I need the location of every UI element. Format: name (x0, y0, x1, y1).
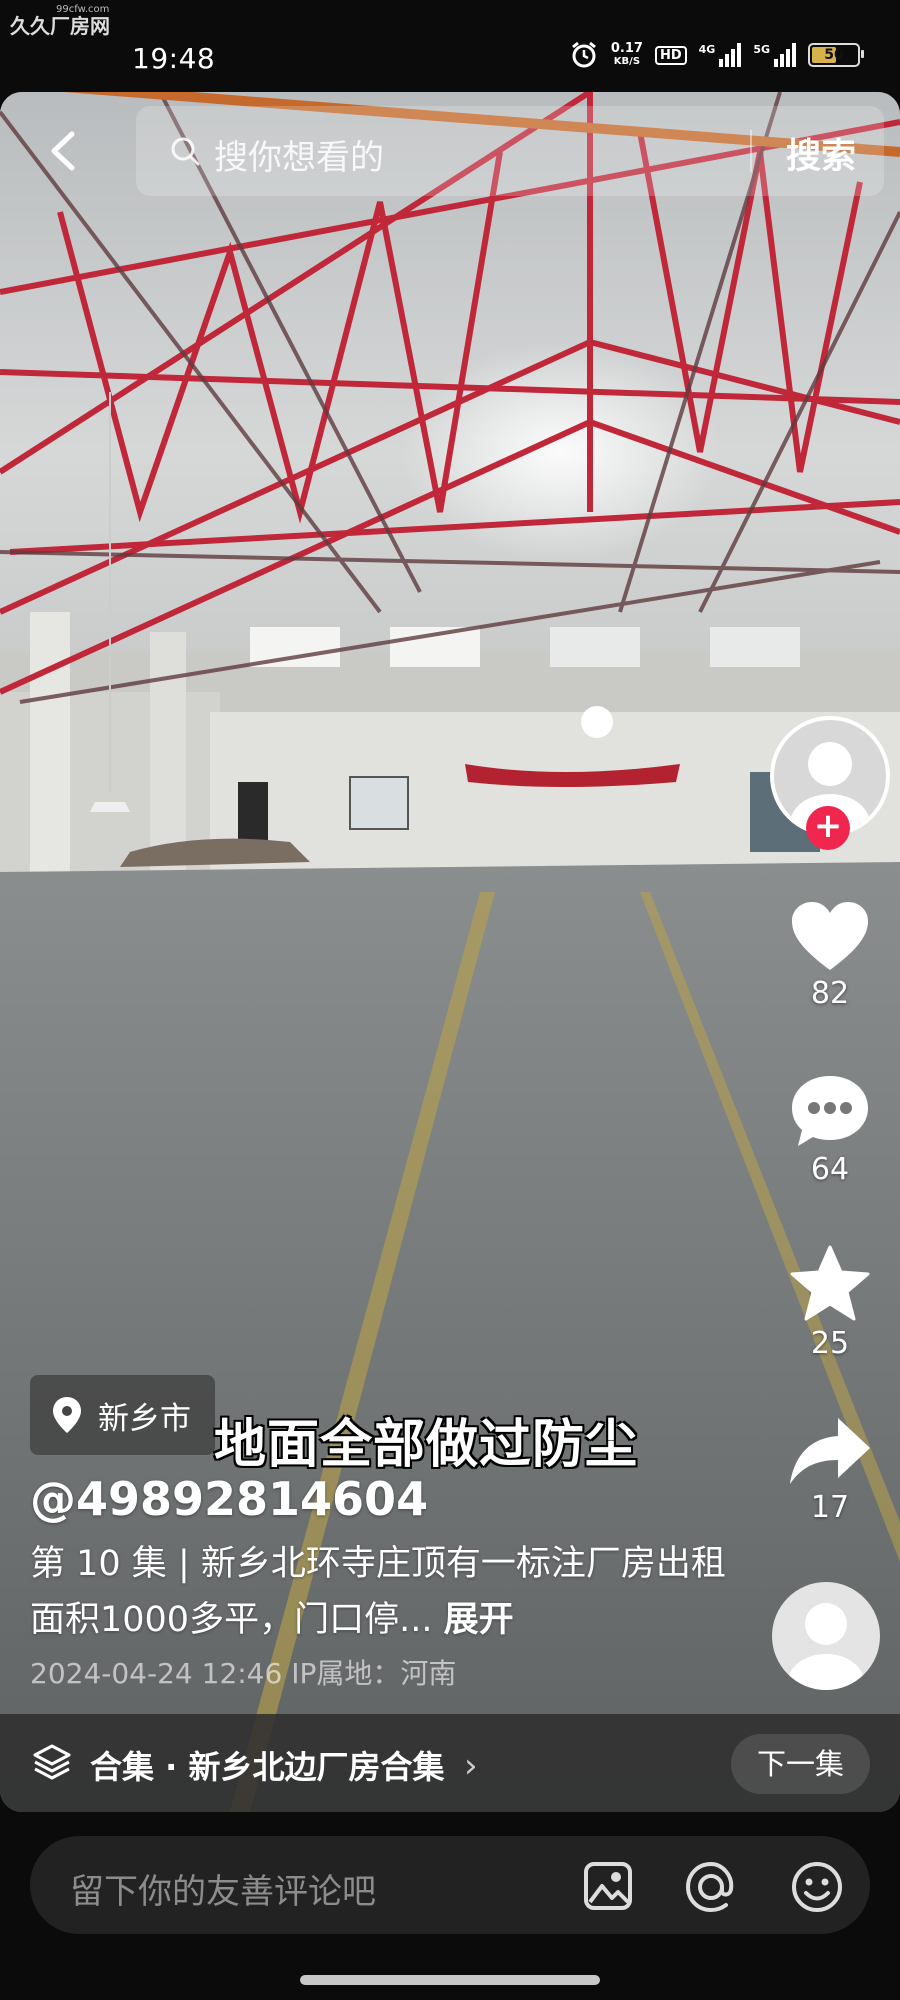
net-speed: 0.17 KB/S (611, 42, 643, 68)
favorite-button[interactable]: 25 (780, 1244, 880, 1361)
action-sidebar: + 82 64 25 17 (770, 92, 900, 1812)
home-indicator[interactable] (300, 1975, 600, 1985)
emoji-icon[interactable] (790, 1860, 844, 1914)
share-count: 17 (810, 1490, 850, 1525)
search-divider (750, 130, 752, 172)
ip-location: IP属地：河南 (291, 1657, 457, 1690)
signal-5g-label: 5G (753, 43, 770, 56)
status-time: 19:48 (132, 42, 216, 75)
episode-separator: | (177, 1544, 201, 1584)
battery-level: 50 (824, 47, 844, 63)
share-button[interactable]: 17 (780, 1414, 880, 1525)
location-label: 新乡市 (98, 1400, 191, 1437)
image-icon[interactable] (582, 1860, 634, 1912)
collection-label: 合集 · 新乡北边厂房合集 (90, 1748, 445, 1786)
like-button[interactable]: 82 (780, 900, 880, 1011)
search-icon (171, 137, 200, 166)
heart-icon (792, 902, 868, 970)
next-episode-button[interactable]: 下一集 (730, 1734, 870, 1794)
comment-bubble-icon (792, 1076, 868, 1146)
search-box[interactable]: 搜你想看的 搜索 (136, 106, 884, 196)
video-subtitle: 地面全部做过防尘 (214, 1415, 639, 1475)
post-description[interactable]: 第 10 集 | 新乡北环寺庄顶有一标注厂房出租 面积1000多平，门口停...… (30, 1536, 730, 1648)
episode-label: 第 10 集 (30, 1544, 167, 1584)
signal-icon-5g: 5G (753, 43, 796, 67)
signal-icon-4g: 4G (699, 43, 742, 67)
top-bar: 搜你想看的 搜索 (0, 106, 900, 196)
comment-input[interactable]: 留下你的友善评论吧 (70, 1864, 376, 1913)
watermark-logo: 久久厂房网 99cfw.com (10, 4, 110, 39)
alarm-icon (571, 41, 596, 68)
search-input[interactable]: 搜你想看的 (214, 130, 384, 179)
watermark-text: 久久厂房网 (10, 14, 110, 38)
post-timestamp: 2024-04-24 12:46 (30, 1657, 283, 1690)
back-arrow-icon[interactable] (44, 128, 84, 174)
favorite-count: 25 (810, 1326, 850, 1361)
author-handle[interactable]: @49892814604 (30, 1472, 428, 1526)
share-arrow-icon (790, 1418, 870, 1484)
location-pin-icon (53, 1397, 81, 1433)
status-bar: 19:48 0.17 KB/S HD 4G 5G 50 (0, 0, 900, 90)
watermark-url: 99cfw.com (56, 4, 110, 15)
avatar-placeholder-icon (788, 1603, 864, 1690)
comment-bar: 留下你的友善评论吧 (30, 1836, 870, 1934)
post-meta: 2024-04-24 12:46 IP属地：河南 (30, 1652, 456, 1692)
battery-icon: 50 (808, 43, 864, 67)
location-tag[interactable]: 新乡市 (30, 1375, 215, 1455)
music-avatar[interactable] (772, 1582, 880, 1690)
mention-icon[interactable] (684, 1860, 738, 1914)
status-indicators: 0.17 KB/S HD 4G 5G 50 (569, 40, 864, 70)
star-icon (790, 1245, 870, 1321)
layers-icon (33, 1744, 71, 1780)
collection-bar[interactable]: 合集 · 新乡北边厂房合集 › 下一集 (0, 1714, 900, 1812)
comment-button[interactable]: 64 (780, 1074, 880, 1187)
follow-button[interactable]: + (806, 806, 850, 850)
net-speed-unit: KB/S (613, 56, 641, 67)
like-count: 82 (810, 976, 850, 1011)
net-speed-value: 0.17 (610, 41, 643, 56)
signal-4g-label: 4G (698, 43, 716, 56)
comment-count: 64 (810, 1152, 850, 1187)
video-player[interactable]: 搜你想看的 搜索 + 82 64 25 17 新乡市 地面全部做过防尘 @498… (0, 92, 900, 1812)
expand-link[interactable]: 展开 (444, 1600, 514, 1640)
hd-badge: HD (654, 45, 687, 65)
chevron-right-icon: › (464, 1746, 478, 1786)
